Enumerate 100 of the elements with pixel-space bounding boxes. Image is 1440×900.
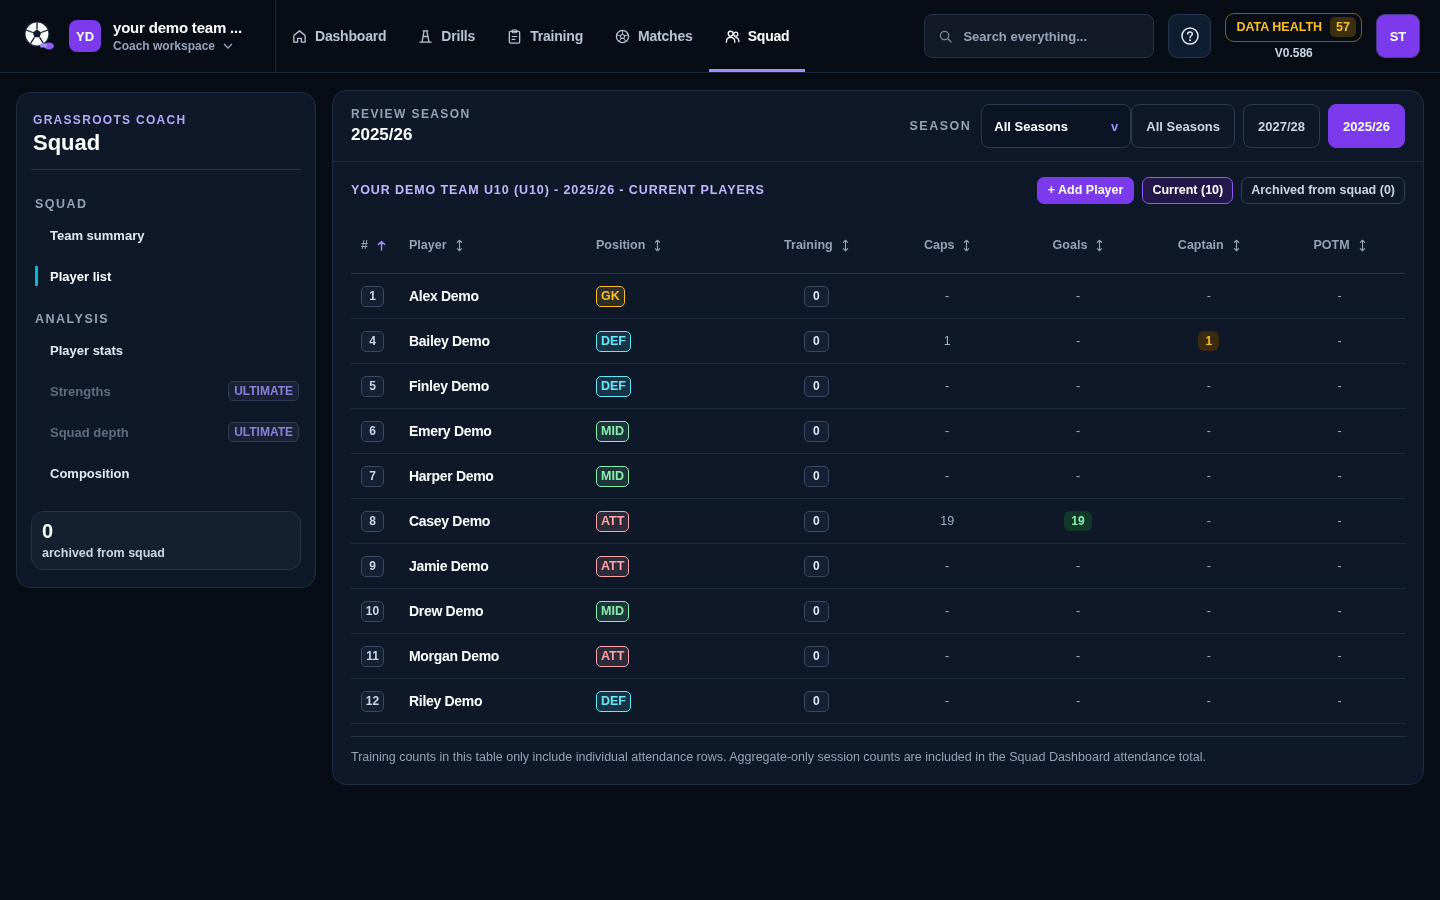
table-cell: - xyxy=(1206,289,1211,303)
player-name[interactable]: Casey Demo xyxy=(409,513,491,529)
column-header[interactable]: Position xyxy=(596,238,662,252)
player-name[interactable]: Harper Demo xyxy=(409,468,494,484)
table-cell: 19 xyxy=(1064,511,1092,531)
column-header[interactable]: # xyxy=(361,238,386,252)
table-cell: - xyxy=(1206,424,1211,438)
sort-icon xyxy=(1232,238,1240,252)
table-cell: - xyxy=(1075,289,1081,303)
sidebar-item[interactable]: Player stats xyxy=(35,340,301,360)
review-eyebrow: REVIEW SEASON xyxy=(351,107,471,121)
season-button[interactable]: 2025/26 xyxy=(1328,104,1405,148)
table-cell: - xyxy=(1337,469,1342,483)
people-icon xyxy=(724,28,740,44)
table-cell: - xyxy=(1075,424,1081,438)
jersey-number: 12 xyxy=(361,690,384,712)
jersey-number: 7 xyxy=(361,465,384,487)
version-label: V0.586 xyxy=(1274,45,1313,60)
season-dropdown[interactable]: All Seasons v xyxy=(981,104,1132,148)
player-name[interactable]: Morgan Demo xyxy=(409,648,500,664)
table-cell: - xyxy=(1206,469,1211,483)
add-player-button[interactable]: + Add Player xyxy=(1036,176,1135,204)
season-label: SEASON xyxy=(909,119,972,133)
player-name[interactable]: Finley Demo xyxy=(409,378,489,394)
workspace-switcher[interactable]: Coach workspace xyxy=(113,39,234,53)
position-tag: DEF xyxy=(596,375,631,397)
table-cell: - xyxy=(1075,649,1081,663)
table-cell: - xyxy=(1337,559,1342,573)
column-header[interactable]: POTM xyxy=(1313,238,1366,252)
sidebar-item[interactable]: Squad depth ULTIMATE xyxy=(35,422,301,442)
table-cell: - xyxy=(1337,649,1342,663)
player-name[interactable]: Bailey Demo xyxy=(409,333,490,349)
player-name[interactable]: Jamie Demo xyxy=(409,558,489,574)
table-cell: - xyxy=(1337,514,1342,528)
nav-tab[interactable]: Matches xyxy=(599,0,709,72)
nav-tab[interactable]: Drills xyxy=(402,0,492,72)
training-count: 0 xyxy=(803,465,829,487)
workspace-avatar[interactable]: YD xyxy=(69,20,101,52)
table-cell: - xyxy=(945,424,950,438)
help-button[interactable] xyxy=(1168,14,1212,58)
training-count: 0 xyxy=(803,600,829,622)
jersey-number: 9 xyxy=(361,555,384,577)
player-name[interactable]: Alex Demo xyxy=(409,288,479,304)
filter-button[interactable]: Archived from squad (0) xyxy=(1241,176,1405,204)
search-field[interactable]: Search everything... xyxy=(924,14,1155,58)
data-health-button[interactable]: DATA HEALTH 57 xyxy=(1225,12,1362,42)
table-cell: - xyxy=(945,694,950,708)
table-cell: - xyxy=(1206,694,1211,708)
season-button[interactable]: 2027/28 xyxy=(1243,104,1320,148)
score-badge: 57 xyxy=(1330,17,1356,37)
player-name[interactable]: Drew Demo xyxy=(409,603,484,619)
training-count: 0 xyxy=(803,555,829,577)
archived-label: archived from squad xyxy=(42,546,165,560)
column-header[interactable]: Caps xyxy=(923,238,971,252)
table-cell: - xyxy=(945,559,950,573)
nav-tab[interactable]: Squad xyxy=(708,0,806,72)
table-cell: - xyxy=(945,469,950,483)
plan-badge: ULTIMATE xyxy=(228,381,299,401)
section-heading: ANALYSIS xyxy=(35,312,110,326)
footnote: Training counts in this table only include individual attendance rows. Aggregate-only session counts are included in the Squad Dashboard attendance total. xyxy=(351,750,1207,764)
sort-icon xyxy=(841,238,849,252)
player-name[interactable]: Riley Demo xyxy=(409,693,483,709)
ball-icon xyxy=(615,28,630,44)
sidebar-item[interactable]: Strengths ULTIMATE xyxy=(35,381,301,401)
nav-tab[interactable]: Training xyxy=(491,0,599,72)
table-cell: - xyxy=(1206,559,1211,573)
table-cell: - xyxy=(1337,604,1342,618)
sidebar-item[interactable]: Team summary xyxy=(35,225,301,245)
jersey-number: 4 xyxy=(361,330,384,352)
training-count: 0 xyxy=(803,375,829,397)
sidebar-item[interactable]: Composition xyxy=(35,463,301,483)
table-cell: - xyxy=(945,604,950,618)
table-title: YOUR DEMO TEAM U10 (U10) - 2025/26 - CURRENT PLAYERS xyxy=(351,183,765,197)
training-count: 0 xyxy=(803,690,829,712)
column-header[interactable]: Training xyxy=(784,238,849,252)
column-header[interactable]: Captain xyxy=(1177,238,1240,252)
training-count: 0 xyxy=(803,420,829,442)
position-tag: MID xyxy=(596,600,629,622)
column-header[interactable]: Goals xyxy=(1052,238,1104,252)
season-button[interactable]: All Seasons xyxy=(1131,104,1235,148)
position-tag: ATT xyxy=(596,510,630,532)
cone-icon xyxy=(418,28,434,44)
filter-button[interactable]: Current (10) xyxy=(1142,176,1234,204)
jersey-number: 8 xyxy=(361,510,384,532)
clipboard-icon xyxy=(507,28,523,44)
column-header[interactable]: Player xyxy=(409,238,463,252)
table-cell: - xyxy=(1075,694,1081,708)
user-avatar[interactable]: ST xyxy=(1376,14,1420,58)
position-tag: DEF xyxy=(596,330,631,352)
training-count: 0 xyxy=(803,645,829,667)
sort-icon xyxy=(1096,238,1104,252)
training-count: 0 xyxy=(803,330,829,352)
nav-tab[interactable]: Dashboard xyxy=(276,0,403,72)
sidebar-item[interactable]: Player list xyxy=(35,266,301,286)
player-name[interactable]: Emery Demo xyxy=(409,423,492,439)
sort-icon xyxy=(1358,238,1366,252)
table-cell: 19 xyxy=(940,514,955,528)
table-cell: - xyxy=(945,649,950,663)
archived-count: 0 xyxy=(42,520,54,543)
team-name: your demo team ... xyxy=(113,19,242,36)
